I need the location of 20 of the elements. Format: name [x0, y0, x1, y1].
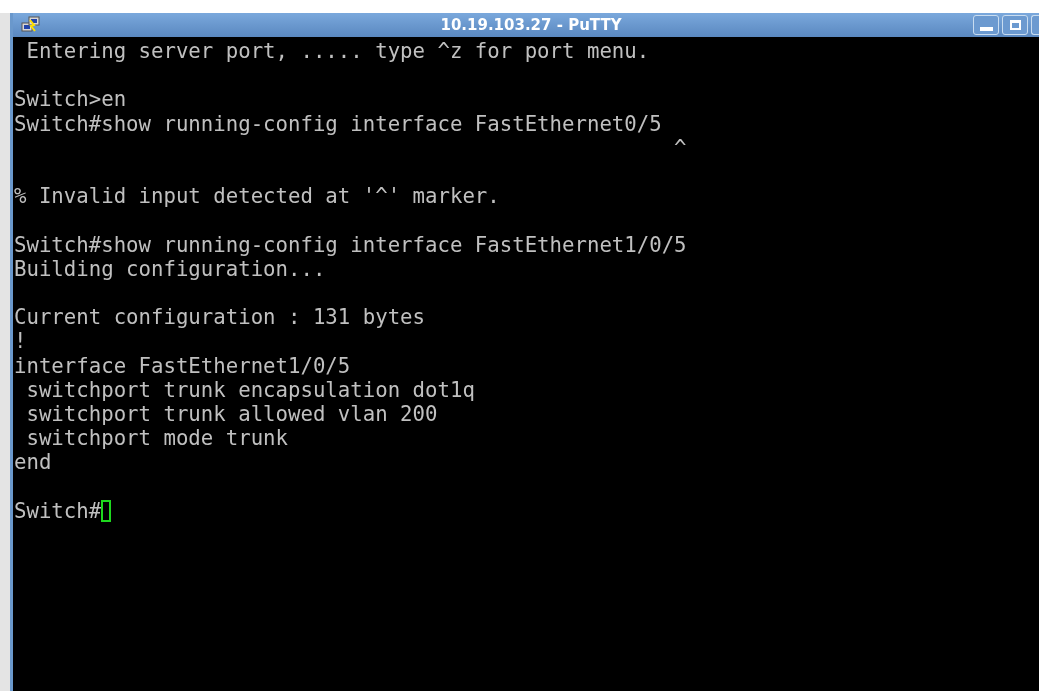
terminal-line: Building configuration... — [14, 256, 327, 281]
computers-icon — [21, 16, 41, 34]
terminal-prompt: Switch# — [14, 498, 102, 523]
minimize-button[interactable] — [973, 15, 999, 35]
terminal-line: Entering server port, ..... type ^z for port menu. — [25, 39, 651, 64]
maximize-button[interactable] — [1002, 15, 1028, 35]
terminal-line: % Invalid input detected at '^' marker. — [14, 184, 501, 209]
terminal-line: Switch>en — [14, 87, 128, 112]
terminal-line: interface FastEthernet1/0/5 — [14, 353, 352, 378]
terminal-line: ^ — [673, 135, 688, 160]
terminal-line: Switch#show running-config interface FastEthernet1/0/5 — [14, 232, 688, 257]
terminal-line: switchport mode trunk — [25, 426, 289, 451]
window-title: 10.19.103.27 - PuTTY — [439, 16, 623, 34]
terminal-line: Current configuration : 131 bytes — [14, 305, 426, 330]
terminal-line: Switch#show running-config interface FastEthernet0/5 — [14, 111, 663, 136]
terminal-line: ! — [14, 329, 28, 354]
terminal-line: switchport trunk allowed vlan 200 — [25, 402, 439, 427]
close-button[interactable] — [1031, 15, 1039, 35]
terminal-line: end — [14, 450, 53, 475]
terminal-line: switchport trunk encapsulation dot1q — [25, 377, 476, 402]
